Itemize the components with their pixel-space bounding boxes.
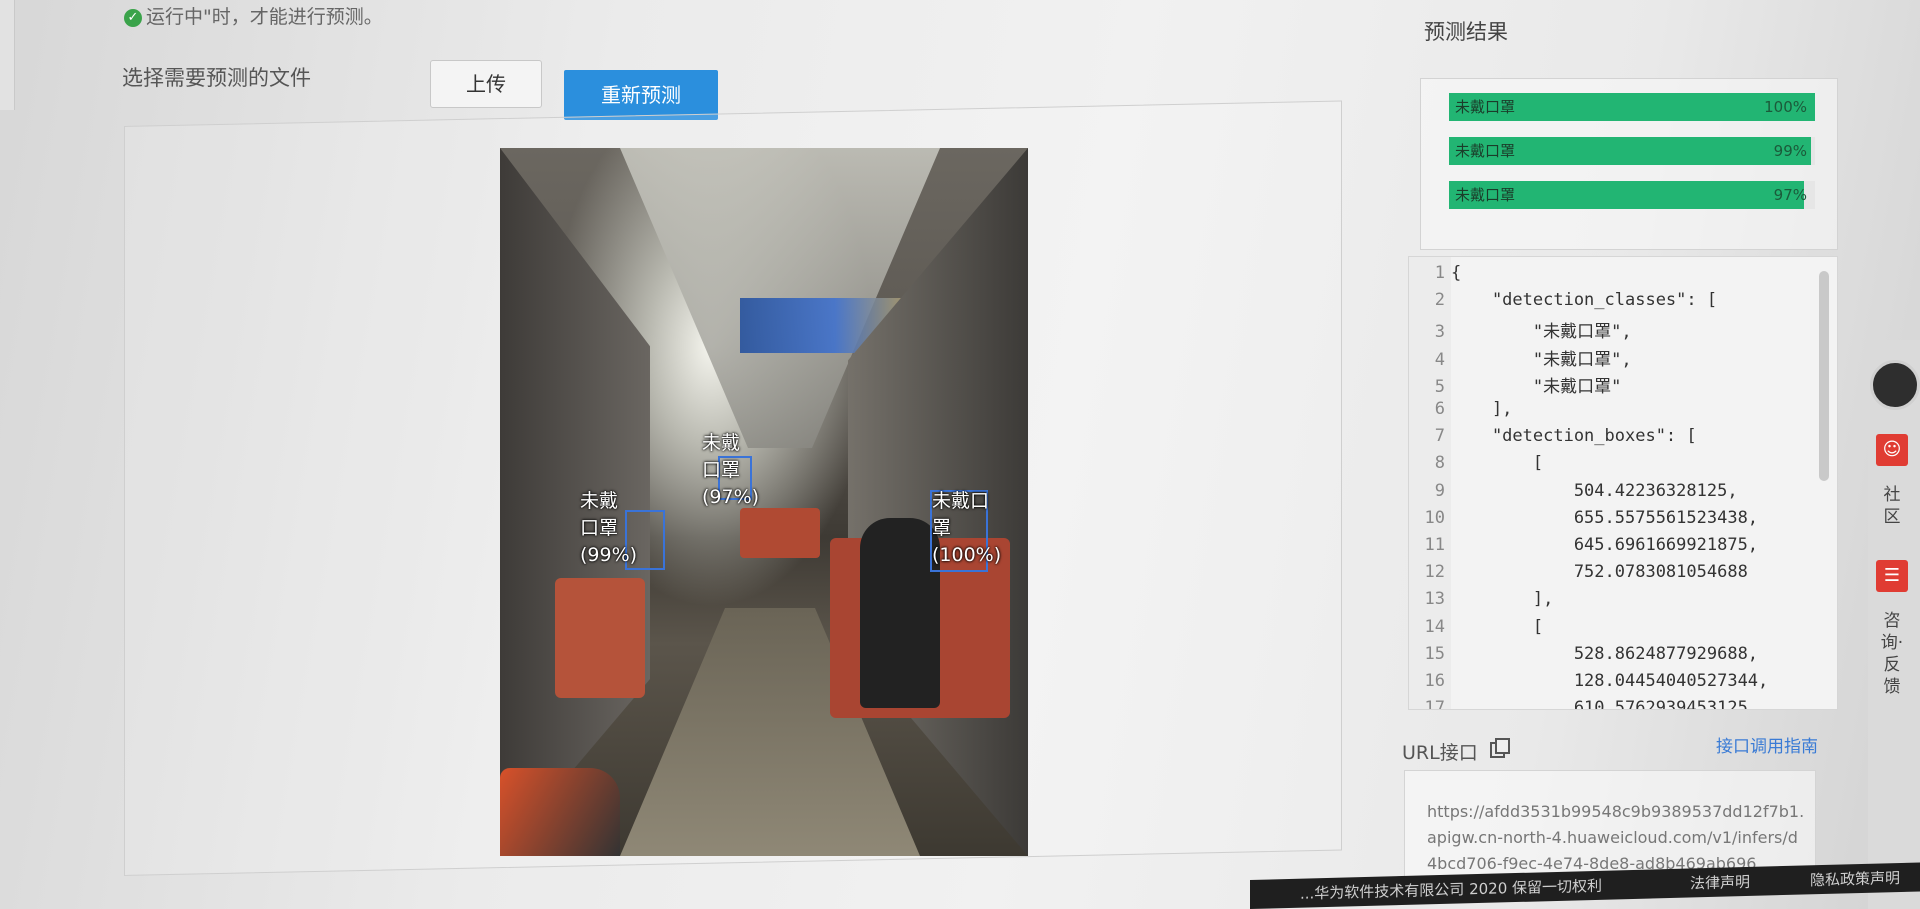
line-number: 8	[1434, 453, 1445, 474]
code-line: 6 ],	[1409, 399, 1513, 426]
code-line: 1{	[1409, 263, 1462, 290]
line-number: 2	[1434, 290, 1445, 311]
status-running: 运行中	[146, 6, 204, 28]
code-text: "未戴口罩",	[1451, 349, 1632, 370]
code-text: "detection_classes": [	[1451, 290, 1718, 311]
line-number: 16	[1424, 671, 1445, 691]
community-icon[interactable]: ☺	[1876, 434, 1908, 466]
code-line: 16 128.04454040527344,	[1409, 671, 1769, 698]
detection-label: 未戴 口罩 (99%)	[580, 490, 638, 566]
status-suffix: "时，才能进行预测。	[203, 6, 383, 28]
result-bar: 未戴口罩 99%	[1449, 137, 1815, 165]
line-number: 12	[1424, 562, 1445, 583]
code-line: 14 [	[1409, 616, 1544, 644]
copy-icon[interactable]	[1490, 738, 1510, 758]
code-scrollbar[interactable]	[1819, 271, 1829, 481]
code-line: 3 "未戴口罩",	[1409, 317, 1632, 344]
line-number: 5	[1434, 376, 1445, 397]
assistant-avatar-icon[interactable]	[1870, 360, 1920, 410]
code-text: ],	[1451, 589, 1554, 610]
check-circle-icon: ✓	[124, 8, 142, 27]
code-line: 4 "未戴口罩",	[1409, 345, 1632, 372]
results-bars-panel: 未戴口罩 100% 未戴口罩 99% 未戴口罩 97%	[1420, 78, 1838, 250]
code-text: 655.5575561523438,	[1451, 507, 1759, 528]
line-number: 3	[1434, 322, 1445, 343]
line-number: 11	[1424, 535, 1445, 555]
code-line: 11 645.6961669921875,	[1409, 535, 1759, 562]
line-number: 13	[1424, 589, 1445, 610]
file-select-label: 选择需要预测的文件	[122, 66, 311, 90]
footer-copyright: ...华为软件技术有限公司 2020 保留一切权利	[1300, 876, 1603, 903]
code-line: 12 752.0783081054688	[1409, 562, 1748, 589]
community-label[interactable]: 社区	[1880, 484, 1904, 528]
result-bar: 未戴口罩 100%	[1449, 93, 1815, 121]
code-line: 15 528.8624877929688,	[1409, 643, 1759, 671]
code-text: "未戴口罩"	[1451, 376, 1622, 397]
result-bar: 未戴口罩 97%	[1449, 181, 1815, 209]
result-bar-percent: 97%	[1773, 186, 1807, 204]
line-number: 4	[1434, 349, 1445, 370]
result-bar-percent: 100%	[1764, 98, 1807, 116]
code-line: 7 "detection_boxes": [	[1409, 426, 1697, 453]
footer-privacy-link[interactable]: 隐私政策声明	[1810, 867, 1900, 890]
code-line: 10 655.5575561523438,	[1409, 507, 1759, 535]
line-number: 15	[1424, 643, 1445, 664]
code-text: 645.6961669921875,	[1451, 535, 1759, 555]
screen: ✓ 运行中"时，才能进行预测。 选择需要预测的文件 上传 重新预测 未戴口 罩 (…	[0, 0, 1920, 909]
upload-button[interactable]: 上传	[430, 60, 542, 108]
prediction-image: 未戴口 罩 (100%) 未戴 口罩 (99%) 未戴 口罩 (97%)	[500, 148, 1028, 856]
photo-seat-middle	[740, 508, 820, 558]
code-line: 9 504.42236328125,	[1409, 481, 1738, 508]
code-line: 17 610.5762939453125,	[1409, 698, 1759, 710]
line-number: 14	[1424, 616, 1445, 637]
detection-label: 未戴口 罩 (100%)	[932, 490, 1002, 566]
result-bar-label: 未戴口罩	[1455, 142, 1516, 160]
code-text: "detection_boxes": [	[1451, 426, 1697, 447]
footer-legal-link[interactable]: 法律声明	[1690, 871, 1750, 894]
code-text: {	[1451, 263, 1462, 283]
line-number: 9	[1434, 480, 1445, 501]
repredict-button[interactable]: 重新预测	[564, 70, 718, 120]
code-text: 610.5762939453125,	[1451, 698, 1759, 710]
feedback-label[interactable]: 咨询·反馈	[1880, 610, 1904, 698]
url-label: URL接口	[1402, 742, 1478, 764]
line-number: 1	[1434, 263, 1445, 283]
detection-label: 未戴 口罩 (97%)	[702, 432, 760, 508]
code-text: 752.0783081054688	[1451, 562, 1748, 583]
code-text: 528.8624877929688,	[1451, 643, 1759, 664]
line-number: 17	[1424, 698, 1445, 710]
result-bar-label: 未戴口罩	[1455, 98, 1516, 116]
code-text: 128.04454040527344,	[1451, 671, 1769, 691]
line-number: 10	[1424, 507, 1445, 528]
api-guide-link[interactable]: 接口调用指南	[1716, 732, 1818, 757]
code-text: [	[1451, 453, 1544, 474]
code-line: 8 [	[1409, 453, 1543, 480]
status-notice: ✓ 运行中"时，才能进行预测。	[120, 2, 383, 29]
left-sidebar-edge	[0, 0, 15, 110]
code-text: "未戴口罩",	[1451, 322, 1632, 343]
photo-seat-left	[555, 578, 645, 698]
photo-person	[860, 518, 940, 708]
feedback-icon[interactable]: ☰	[1876, 560, 1908, 592]
code-text: 504.42236328125,	[1451, 480, 1738, 501]
code-line: 5 "未戴口罩"	[1409, 372, 1622, 399]
result-bar-percent: 99%	[1773, 142, 1807, 160]
code-line: 13 ],	[1409, 589, 1554, 616]
json-result-viewer[interactable]: 1{2 "detection_classes": [3 "未戴口罩", 4 "未戴…	[1408, 256, 1838, 710]
results-title: 预测结果	[1424, 20, 1508, 44]
line-number: 6	[1434, 399, 1445, 419]
photo-bag	[500, 768, 620, 856]
url-value: https://afdd3531b99548c9b9389537dd12f7b1…	[1427, 802, 1805, 873]
code-text: ],	[1451, 399, 1513, 419]
code-line: 2 "detection_classes": [	[1409, 290, 1717, 317]
result-bar-label: 未戴口罩	[1455, 186, 1516, 204]
line-number: 7	[1434, 426, 1445, 447]
code-text: [	[1451, 616, 1544, 637]
